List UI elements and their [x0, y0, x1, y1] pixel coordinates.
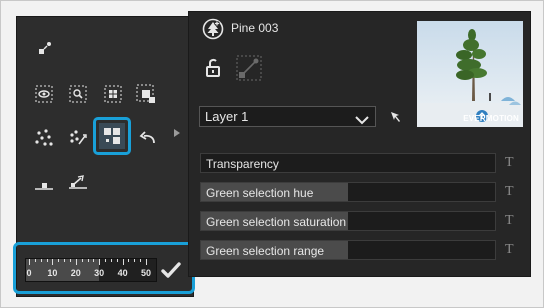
scatter-random-icon[interactable]: [32, 126, 56, 150]
scale-minor-tick: [134, 259, 136, 262]
place-flat-icon[interactable]: [32, 172, 56, 196]
scale-labels: 0 10 20 30 40 50: [26, 268, 156, 280]
scale-minor-tick: [105, 259, 107, 262]
scale-major-tick: [122, 259, 124, 265]
scale-major-tick: [75, 259, 77, 265]
property-row-green-range[interactable]: Green selection range: [200, 240, 496, 260]
scale-minor-tick: [87, 259, 89, 262]
scatter-layout-icon-face: [99, 123, 125, 149]
confirm-check-icon[interactable]: [160, 259, 182, 281]
property-row-green-hue[interactable]: Green selection hue: [200, 182, 496, 202]
scale-minor-tick: [46, 259, 48, 262]
scale-minor-tick: [81, 259, 83, 262]
scale-minor-tick: [128, 259, 130, 262]
property-label: Green selection saturation: [206, 215, 347, 229]
expand-arrow-icon[interactable]: [174, 129, 180, 137]
scale-minor-tick: [34, 259, 36, 262]
scatter-layout-icon[interactable]: [93, 117, 131, 155]
select-fill-icon[interactable]: [134, 82, 158, 106]
scale-major-tick: [146, 259, 147, 265]
scatter-spray-icon[interactable]: [66, 126, 90, 150]
scale-major-tick: [29, 259, 30, 265]
scale-minor-tick: [58, 259, 60, 262]
scale-major-tick: [99, 259, 101, 265]
object-name: Pine 003: [231, 21, 279, 35]
layer-dropdown-value: Layer 1: [205, 109, 249, 124]
picker-arrow-icon[interactable]: [390, 110, 402, 128]
thumbnail-brand: EVERMOTION: [463, 114, 519, 123]
scale-minor-tick: [110, 259, 112, 262]
unlock-icon[interactable]: [205, 58, 223, 83]
chevron-down-icon: [355, 111, 369, 130]
property-label: Green selection range: [206, 244, 325, 258]
scale-minor-tick: [140, 259, 142, 262]
layer-dropdown[interactable]: Layer 1: [199, 106, 376, 127]
text-mode-icon[interactable]: T: [505, 243, 517, 257]
scale-tick-label: 30: [94, 268, 105, 278]
object-thumbnail: EVERMOTION: [417, 21, 523, 127]
scale-tick-label: 20: [70, 268, 81, 278]
text-mode-icon[interactable]: T: [505, 214, 517, 228]
align-object-icon[interactable]: [236, 55, 262, 86]
scale-tick-label: 10: [47, 268, 58, 278]
scale-minor-tick: [69, 259, 71, 262]
undo-icon[interactable]: [136, 126, 160, 150]
scale-tick-label: 50: [140, 268, 152, 278]
text-mode-icon[interactable]: T: [505, 156, 517, 170]
property-label: Green selection hue: [206, 186, 314, 200]
scatter-single-icon[interactable]: [34, 36, 58, 60]
scale-major-tick: [52, 259, 54, 265]
scale-ticks: [26, 259, 156, 267]
scale-tick-label: 0: [26, 268, 32, 278]
property-row-transparency[interactable]: Transparency: [200, 153, 496, 173]
select-zoom-icon[interactable]: [66, 82, 90, 106]
scale-minor-tick: [116, 259, 118, 262]
property-row-green-saturation[interactable]: Green selection saturation: [200, 211, 496, 231]
scale-minor-tick: [64, 259, 66, 262]
add-tree-icon[interactable]: [202, 18, 224, 45]
place-up-icon[interactable]: [66, 170, 90, 194]
property-label: Transparency: [206, 157, 279, 171]
text-mode-icon[interactable]: T: [505, 185, 517, 199]
select-grid-icon[interactable]: [101, 82, 125, 106]
select-eye-icon[interactable]: [32, 82, 56, 106]
scale-slider[interactable]: 0 10 20 30 40 50: [25, 258, 157, 282]
scale-tick-label: 40: [117, 268, 128, 278]
scale-minor-tick: [93, 259, 95, 262]
scale-minor-tick: [40, 259, 42, 262]
